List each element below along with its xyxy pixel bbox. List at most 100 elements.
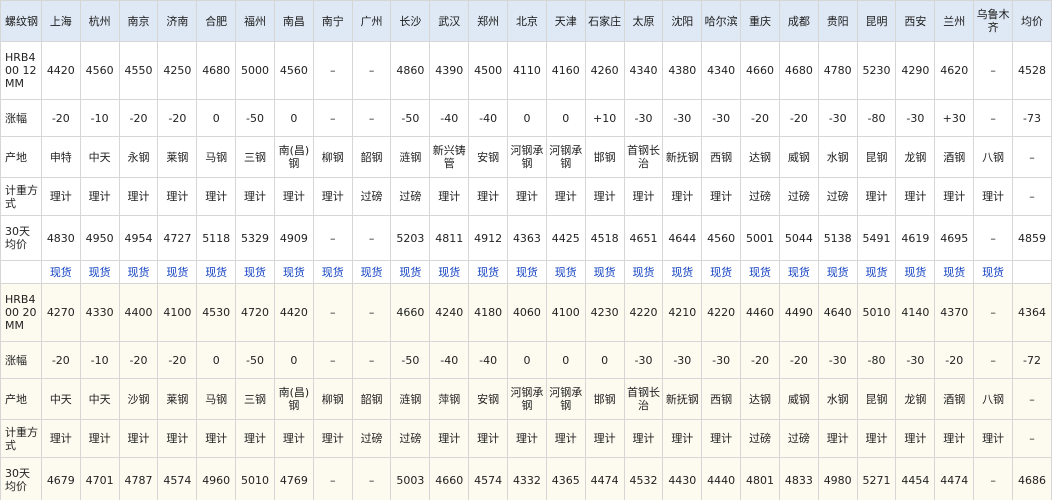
spot-link[interactable]: 现货 xyxy=(361,266,383,279)
city-header: 天津 xyxy=(545,0,586,42)
spot-link[interactable]: 现货 xyxy=(594,266,616,279)
avg30-cell: – xyxy=(973,215,1013,261)
change-cell: -10 xyxy=(79,341,120,379)
spot-link[interactable]: 现货 xyxy=(671,266,693,279)
method-cell: 理计 xyxy=(507,419,547,458)
origin-cell: 西钢 xyxy=(701,378,742,420)
spot-link[interactable]: 现货 xyxy=(399,266,421,279)
price-cell: 4620 xyxy=(934,41,975,100)
change-cell: 0 xyxy=(507,341,547,379)
price-cell: 4364 xyxy=(1011,283,1052,342)
spot-link[interactable]: 现货 xyxy=(555,266,577,279)
spot-link[interactable]: 现货 xyxy=(89,266,111,279)
origin-cell: 新抚钢 xyxy=(662,378,703,420)
origin-cell: 八钢 xyxy=(973,136,1013,178)
method-cell: 理计 xyxy=(118,419,159,458)
spot-link[interactable]: 现货 xyxy=(438,266,460,279)
spot-link[interactable]: 现货 xyxy=(50,266,72,279)
origin-cell: 沙钢 xyxy=(118,378,159,420)
price-cell: 4370 xyxy=(934,283,975,342)
change-label: 涨幅 xyxy=(0,341,42,379)
price-cell: 4420 xyxy=(273,283,314,342)
method-cell: 理计 xyxy=(79,419,120,458)
avg30-cell: – xyxy=(312,457,353,500)
price-cell: 5230 xyxy=(856,41,897,100)
price-cell: 4860 xyxy=(390,41,431,100)
method-cell: 理计 xyxy=(40,177,81,216)
method-cell: 理计 xyxy=(701,177,742,216)
avg30-cell: 4518 xyxy=(584,215,625,261)
method-cell: 理计 xyxy=(895,419,936,458)
origin-cell: 韶钢 xyxy=(351,378,392,420)
origin-cell: 莱钢 xyxy=(157,136,198,178)
origin-cell: 邯钢 xyxy=(584,378,625,420)
change-cell: -30 xyxy=(662,341,703,379)
price-cell: 4100 xyxy=(545,283,586,342)
spot-link[interactable]: 现货 xyxy=(749,266,771,279)
change-cell: -20 xyxy=(740,99,780,137)
spot-link[interactable]: 现货 xyxy=(788,266,810,279)
avg30-cell: 4425 xyxy=(545,215,586,261)
origin-cell: 涟钢 xyxy=(390,378,431,420)
spot-link[interactable]: 现货 xyxy=(943,266,965,279)
avg30-cell: 4727 xyxy=(157,215,198,261)
spot-link[interactable]: 现货 xyxy=(904,266,926,279)
change-cell: -40 xyxy=(468,99,509,137)
avg30-cell: – xyxy=(351,457,392,500)
spot-link[interactable]: 现货 xyxy=(866,266,888,279)
method-cell: 过磅 xyxy=(390,177,431,216)
city-header: 福州 xyxy=(235,0,275,42)
spot-link[interactable]: 现货 xyxy=(205,266,227,279)
spot-link[interactable]: 现货 xyxy=(632,266,654,279)
price-cell: 4680 xyxy=(778,41,819,100)
price-cell: 4530 xyxy=(196,283,237,342)
change-cell: -50 xyxy=(390,99,431,137)
price-cell: 4240 xyxy=(429,283,470,342)
price-cell: 4220 xyxy=(701,283,742,342)
price-cell: 4660 xyxy=(740,41,780,100)
avg30-cell: 4679 xyxy=(40,457,81,500)
origin-label: 产地 xyxy=(0,378,42,420)
origin-cell: 达钢 xyxy=(740,136,780,178)
spot-link-cell: 现货 xyxy=(118,260,159,284)
spot-link[interactable]: 现货 xyxy=(244,266,266,279)
price-cell: 4490 xyxy=(778,283,819,342)
change-cell: 0 xyxy=(545,341,586,379)
price-cell: 4400 xyxy=(118,283,159,342)
method-cell: 理计 xyxy=(429,419,470,458)
origin-cell: 马钢 xyxy=(196,378,237,420)
avg30-row: 30天均价 4830 4950 4954 4727 5118 5329 4909– –5203 4… xyxy=(0,215,1052,261)
change-cell: -80 xyxy=(856,341,897,379)
city-header: 成都 xyxy=(778,0,819,42)
change-cell: -73 xyxy=(1011,99,1052,137)
change-cell: -40 xyxy=(429,341,470,379)
change-row: 涨幅 -20 -10 -20 -20 0 -50 0– – -50 -40 -40 0 0 0 -30 -30-… xyxy=(0,341,1052,379)
spot-link[interactable]: 现货 xyxy=(982,266,1004,279)
change-cell: 0 xyxy=(196,341,237,379)
change-cell: -30 xyxy=(701,99,742,137)
method-cell: 理计 xyxy=(895,177,936,216)
price-cell: – xyxy=(973,41,1013,100)
city-header: 西安 xyxy=(895,0,936,42)
price-row: HRB400 20MM 4270 4330 4400 4100 4530 4720 4420–… xyxy=(0,283,1052,342)
spot-link[interactable]: 现货 xyxy=(477,266,499,279)
city-header: 兰州 xyxy=(934,0,975,42)
city-header: 南昌 xyxy=(273,0,314,42)
spot-link[interactable]: 现货 xyxy=(516,266,538,279)
spot-link[interactable]: 现货 xyxy=(283,266,305,279)
method-cell: 理计 xyxy=(973,177,1013,216)
change-cell: -30 xyxy=(701,341,742,379)
spec-label: HRB400 12MM xyxy=(0,41,42,100)
method-cell: 过磅 xyxy=(817,177,858,216)
price-table-container: 螺纹钢 上海 杭州 南京 济南 合肥 福州 南昌 南宁 广州 长沙 武汉 郑州 北京 天津 石家庄 太原 沈阳 哈尔… xyxy=(0,0,1052,500)
spot-link[interactable]: 现货 xyxy=(128,266,150,279)
avg30-cell: 4954 xyxy=(118,215,159,261)
change-cell: – xyxy=(973,341,1013,379)
method-cell: 理计 xyxy=(196,419,237,458)
method-cell: 过磅 xyxy=(778,177,819,216)
spot-link[interactable]: 现货 xyxy=(710,266,732,279)
spot-link[interactable]: 现货 xyxy=(827,266,849,279)
rebar-price-table: 螺纹钢 上海 杭州 南京 济南 合肥 福州 南昌 南宁 广州 长沙 武汉 郑州 北京 天津 石家庄 太原 沈阳 哈尔… xyxy=(0,0,1052,500)
spot-link[interactable]: 现货 xyxy=(166,266,188,279)
spot-link[interactable]: 现货 xyxy=(322,266,344,279)
